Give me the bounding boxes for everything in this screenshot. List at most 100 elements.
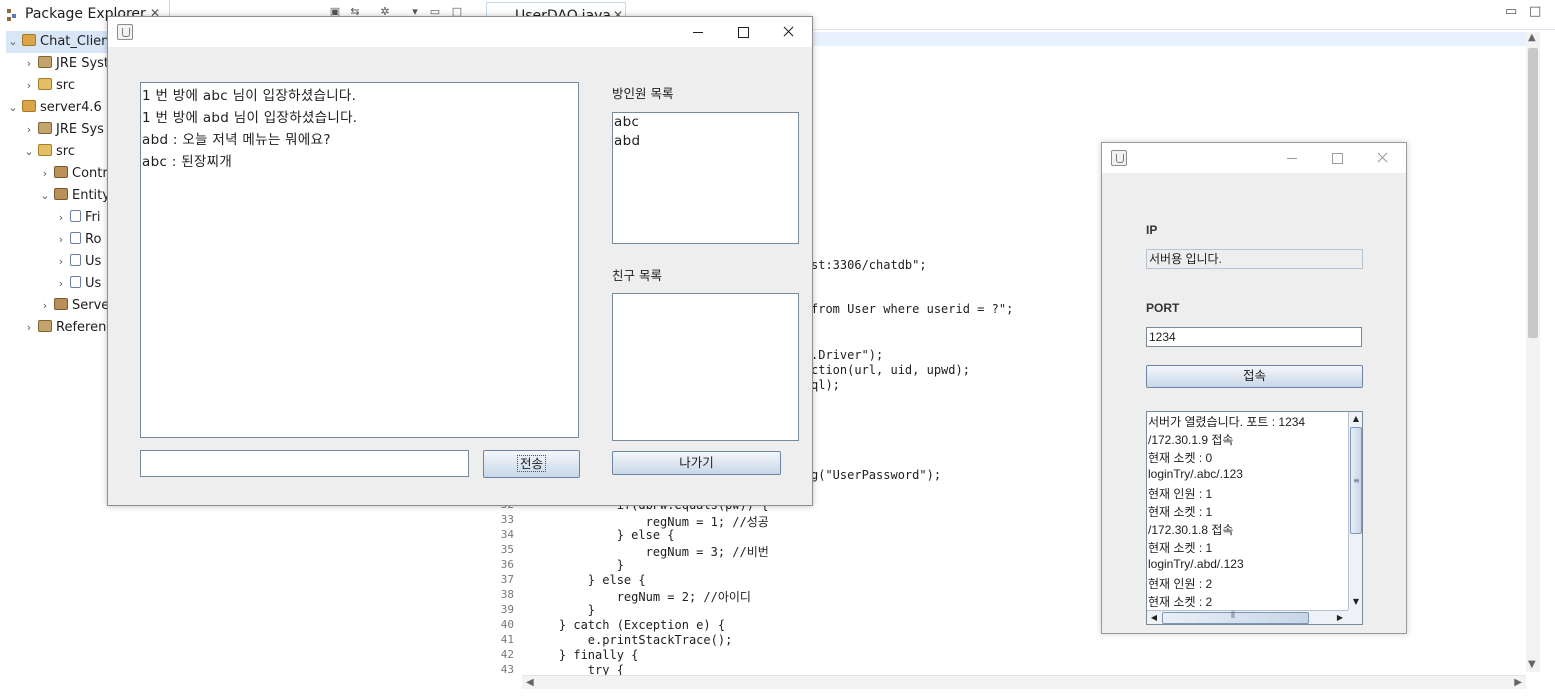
- expand-chevron-icon[interactable]: ⌄: [22, 141, 36, 163]
- expand-chevron-icon[interactable]: ⌄: [6, 97, 20, 119]
- members-list[interactable]: abc abd: [612, 112, 799, 244]
- package-icon: [54, 188, 68, 200]
- code-line: } catch (Exception e) {: [530, 618, 726, 632]
- scroll-left-icon[interactable]: ◀: [526, 677, 534, 688]
- scroll-down-icon[interactable]: ▼: [1349, 595, 1362, 609]
- scroll-left-icon[interactable]: ◀: [1147, 611, 1161, 624]
- chat-message: abc : 된장찌개: [142, 154, 233, 170]
- line-number: 40: [500, 618, 514, 631]
- collapse-chevron-icon[interactable]: ›: [22, 317, 36, 339]
- close-button[interactable]: [1359, 143, 1405, 173]
- collapse-chevron-icon[interactable]: ›: [54, 229, 68, 251]
- port-label: PORT: [1146, 301, 1180, 315]
- editor-vertical-scrollbar[interactable]: ▲ ▼: [1526, 32, 1540, 672]
- exit-button[interactable]: 나가기: [612, 451, 781, 475]
- tree-item-label: Contr: [72, 166, 108, 181]
- collapse-chevron-icon[interactable]: ›: [54, 207, 68, 229]
- code-line: } else {: [530, 528, 675, 542]
- java-file-icon: [70, 210, 81, 222]
- collapse-chevron-icon[interactable]: ›: [54, 273, 68, 295]
- tree-item-label: Fri: [85, 210, 101, 225]
- scroll-thumb[interactable]: ⦀: [1162, 611, 1309, 624]
- code-fragment: g("UserPassword");: [811, 468, 942, 482]
- line-number: 43: [500, 663, 514, 676]
- log-line: 현재 인원 : 2: [1148, 577, 1213, 591]
- log-vertical-scrollbar[interactable]: ▲ ≡ ▼: [1348, 412, 1362, 610]
- java-app-icon: [1111, 150, 1127, 166]
- collapse-chevron-icon[interactable]: ›: [54, 251, 68, 273]
- code-line: } finally {: [530, 648, 639, 662]
- editor-horizontal-scrollbar[interactable]: ◀ ▶: [522, 675, 1526, 689]
- code-fragment: st:3306/chatdb";: [811, 258, 927, 272]
- log-line: 현재 소켓 : 1: [1148, 505, 1213, 519]
- source-folder-icon: [38, 144, 52, 156]
- member-item[interactable]: abc: [614, 114, 639, 130]
- scroll-up-icon[interactable]: ▲: [1528, 32, 1536, 43]
- code-fragment: from User where userid = ?";: [811, 302, 1014, 316]
- connect-button[interactable]: 접속: [1146, 365, 1363, 388]
- member-item[interactable]: abd: [614, 133, 640, 149]
- chat-client-window: 1 번 방에 abc 님이 입장하셨습니다. 1 번 방에 abd 님이 입장하셨…: [107, 16, 813, 506]
- send-button[interactable]: 전송: [483, 450, 580, 478]
- log-horizontal-scrollbar[interactable]: ◀ ⦀ ▶: [1147, 610, 1348, 624]
- chat-window-titlebar[interactable]: [108, 17, 812, 47]
- line-number: 36: [500, 558, 514, 571]
- editor-window-controls: ▭ □: [1505, 4, 1545, 24]
- friends-list[interactable]: [612, 293, 799, 441]
- ip-field: 서버용 입니다.: [1146, 249, 1363, 269]
- scroll-right-icon[interactable]: ▶: [1514, 677, 1522, 688]
- log-line: 현재 소켓 : 1: [1148, 541, 1213, 555]
- minimize-icon[interactable]: ▭: [1505, 4, 1517, 19]
- line-number: 42: [500, 648, 514, 661]
- expand-chevron-icon[interactable]: ⌄: [6, 31, 20, 53]
- java-app-icon: [117, 24, 133, 40]
- log-line: loginTry/.abc/.123: [1148, 467, 1243, 481]
- line-number: 37: [500, 573, 514, 586]
- port-input[interactable]: 1234: [1146, 327, 1362, 347]
- collapse-chevron-icon[interactable]: ›: [38, 295, 52, 317]
- chat-message: abd : 오늘 저녁 메뉴는 뭐에요?: [142, 132, 331, 148]
- java-file-icon: [70, 232, 81, 244]
- expand-chevron-icon[interactable]: ⌄: [38, 185, 52, 207]
- package-explorer-icon: [7, 9, 16, 21]
- code-fragment: ction(url, uid, upwd);: [811, 363, 970, 377]
- tree-item-label: Us: [85, 254, 102, 269]
- tree-item-label: Serve: [72, 298, 110, 313]
- maximize-button[interactable]: [720, 17, 766, 47]
- code-fragment: ql);: [811, 378, 840, 392]
- scroll-down-icon[interactable]: ▼: [1528, 659, 1536, 670]
- server-window-titlebar[interactable]: [1102, 143, 1406, 173]
- tree-item-label: Us: [85, 276, 102, 291]
- scroll-corner: [1348, 610, 1362, 624]
- collapse-chevron-icon[interactable]: ›: [22, 119, 36, 141]
- log-line: 현재 소켓 : 0: [1148, 451, 1213, 465]
- server-log-area[interactable]: 서버가 열렸습니다. 포트 : 1234/172.30.1.9 접속 현재 소켓 …: [1146, 411, 1363, 625]
- close-button[interactable]: [765, 17, 811, 47]
- minimize-button[interactable]: [675, 17, 721, 47]
- message-input[interactable]: [140, 450, 469, 477]
- grip-icon: ≡: [1353, 476, 1360, 485]
- tree-item-label: Entity: [72, 188, 110, 203]
- chat-message: 1 번 방에 abc 님이 입장하셨습니다.: [142, 88, 357, 104]
- line-number: 33: [500, 513, 514, 526]
- line-number: 35: [500, 543, 514, 556]
- scroll-thumb[interactable]: ≡: [1350, 427, 1362, 534]
- scroll-right-icon[interactable]: ▶: [1333, 611, 1347, 624]
- maximize-icon[interactable]: □: [1529, 4, 1541, 19]
- exit-button-label: 나가기: [679, 455, 714, 470]
- log-line: 서버가 열렸습니다. 포트 : 1234: [1148, 415, 1306, 429]
- chat-log-area[interactable]: 1 번 방에 abc 님이 입장하셨습니다. 1 번 방에 abd 님이 입장하셨…: [140, 82, 579, 438]
- ip-label: IP: [1146, 223, 1158, 237]
- scroll-up-icon[interactable]: ▲: [1349, 412, 1362, 426]
- log-line: 현재 소켓 : 2: [1148, 595, 1213, 609]
- minimize-button[interactable]: [1269, 143, 1315, 173]
- java-file-icon: [70, 254, 81, 266]
- collapse-chevron-icon[interactable]: ›: [22, 75, 36, 97]
- project-icon: [22, 34, 36, 46]
- maximize-button[interactable]: [1314, 143, 1360, 173]
- tree-item-label: server4.6: [40, 100, 102, 115]
- line-number: 34: [500, 528, 514, 541]
- collapse-chevron-icon[interactable]: ›: [38, 163, 52, 185]
- collapse-chevron-icon[interactable]: ›: [22, 53, 36, 75]
- scroll-thumb[interactable]: [1528, 48, 1538, 338]
